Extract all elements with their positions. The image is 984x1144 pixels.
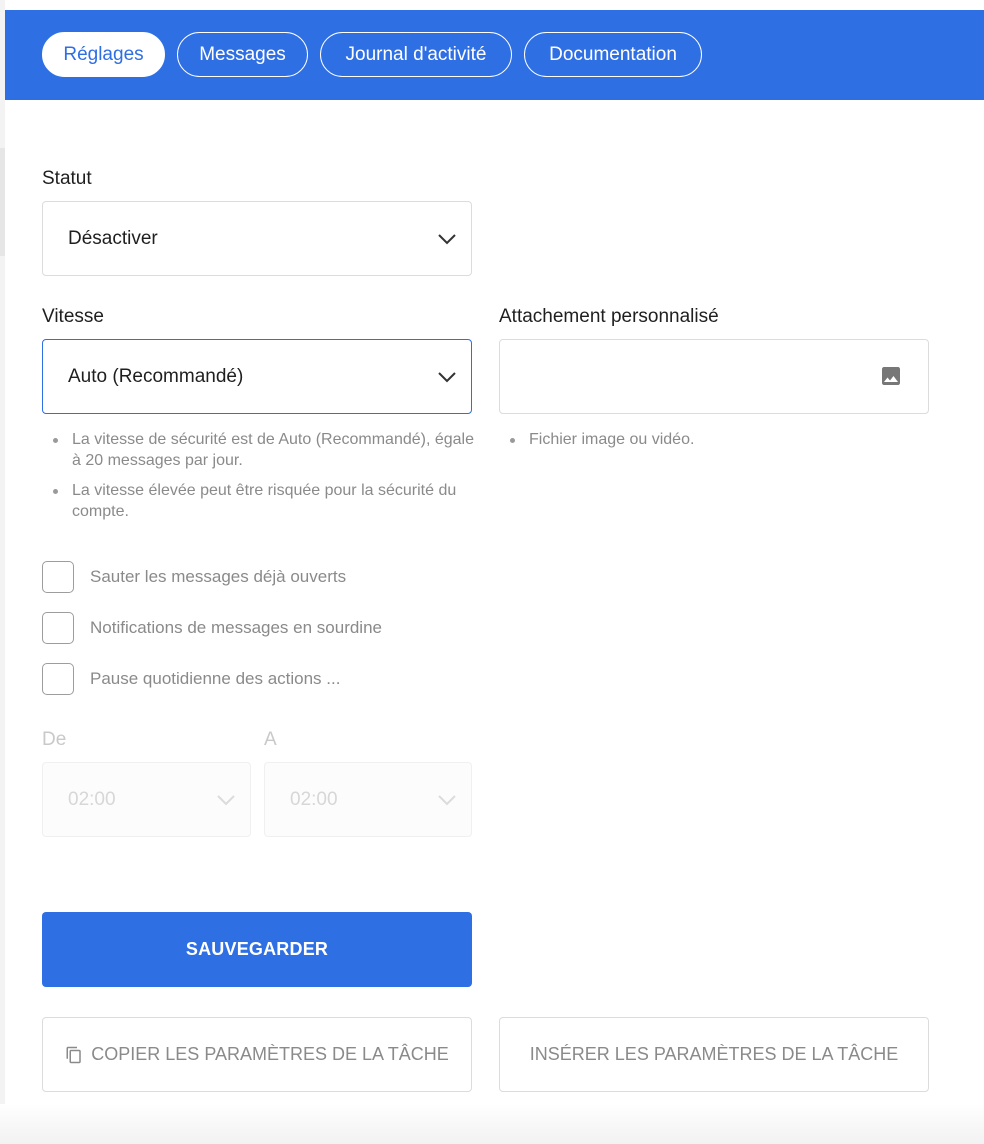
- speed-hints: La vitesse de sécurité est de Auto (Reco…: [42, 429, 482, 531]
- insert-settings-button[interactable]: INSÉRER LES PARAMÈTRES DE LA TÂCHE: [499, 1017, 929, 1092]
- attachment-hint-item: Fichier image ou vidéo.: [499, 429, 919, 450]
- checkbox-daily-pause[interactable]: Pause quotidienne des actions ...: [42, 663, 340, 695]
- image-icon[interactable]: [879, 364, 903, 388]
- speed-select-value: Auto (Recommandé): [68, 365, 244, 387]
- checkbox[interactable]: [42, 561, 74, 593]
- to-time-value: 02:00: [290, 788, 338, 810]
- speed-select[interactable]: Auto (Recommandé): [42, 339, 472, 414]
- chevron-down-icon: [217, 794, 235, 805]
- status-select-value: Désactiver: [68, 227, 158, 249]
- to-label: A: [264, 729, 277, 750]
- attachment-upload-field[interactable]: [499, 339, 929, 414]
- checkbox-label: Sauter les messages déjà ouverts: [90, 567, 347, 586]
- attachment-label: Attachement personnalisé: [499, 306, 719, 327]
- speed-label: Vitesse: [42, 306, 104, 327]
- settings-page: Réglages Messages Journal d'activité Doc…: [0, 0, 984, 1144]
- left-edge-panel: [0, 0, 5, 1144]
- copy-settings-button[interactable]: COPIER LES PARAMÈTRES DE LA TÂCHE: [42, 1017, 472, 1092]
- checkbox[interactable]: [42, 663, 74, 695]
- copy-settings-label: COPIER LES PARAMÈTRES DE LA TÂCHE: [91, 1044, 449, 1064]
- status-label: Statut: [42, 168, 92, 189]
- tab-messages[interactable]: Messages: [177, 32, 308, 77]
- tab-journal-activite[interactable]: Journal d'activité: [320, 32, 512, 77]
- from-time-select[interactable]: 02:00: [42, 762, 251, 837]
- tab-reglages[interactable]: Réglages: [42, 32, 165, 77]
- speed-hint-item: La vitesse de sécurité est de Auto (Reco…: [42, 429, 482, 471]
- tab-documentation[interactable]: Documentation: [524, 32, 702, 77]
- chevron-down-icon: [438, 794, 456, 805]
- checkbox-label: Notifications de messages en sourdine: [90, 618, 382, 637]
- checkbox-label: Pause quotidienne des actions ...: [90, 669, 341, 688]
- copy-icon: [66, 1046, 82, 1063]
- checkbox[interactable]: [42, 612, 74, 644]
- chevron-down-icon: [438, 371, 456, 382]
- attachment-hints: Fichier image ou vidéo.: [499, 429, 919, 459]
- save-button[interactable]: SAUVEGARDER: [42, 912, 472, 987]
- status-select[interactable]: Désactiver: [42, 201, 472, 276]
- left-edge-mark: [0, 148, 5, 256]
- checkbox-mute-notifications[interactable]: Notifications de messages en sourdine: [42, 612, 382, 644]
- from-label: De: [42, 729, 67, 750]
- to-time-select[interactable]: 02:00: [264, 762, 472, 837]
- chevron-down-icon: [438, 233, 456, 244]
- checkbox-skip-opened[interactable]: Sauter les messages déjà ouverts: [42, 561, 346, 593]
- speed-hint-item: La vitesse élevée peut être risquée pour…: [42, 480, 482, 522]
- bottom-shade: [0, 1104, 984, 1144]
- top-tab-bar: Réglages Messages Journal d'activité Doc…: [5, 10, 984, 100]
- from-time-value: 02:00: [68, 788, 116, 810]
